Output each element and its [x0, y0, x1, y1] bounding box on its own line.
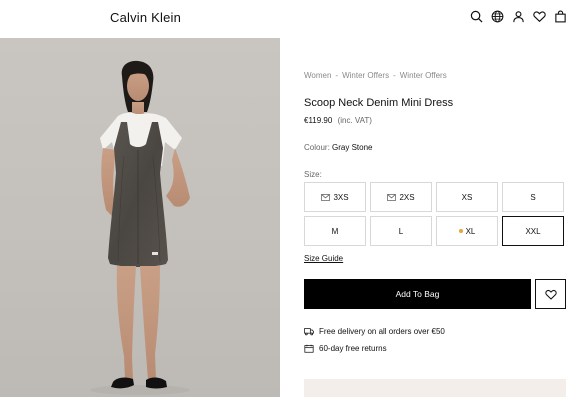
brand-logo[interactable]: Calvin Klein — [110, 10, 181, 25]
breadcrumb-item[interactable]: Women — [304, 71, 331, 80]
envelope-icon — [387, 193, 397, 201]
free-delivery-text: Free delivery on all orders over €50 — [319, 327, 445, 336]
colour-label: Colour: — [304, 143, 330, 152]
size-option-2xs[interactable]: 2XS — [370, 182, 432, 212]
size-option-label: M — [331, 226, 339, 236]
account-icon[interactable] — [512, 10, 525, 23]
size-option-label: S — [530, 192, 536, 202]
breadcrumb-item[interactable]: Winter Offers — [342, 71, 389, 80]
size-option-label: XL — [465, 226, 476, 236]
bag-icon[interactable] — [554, 10, 567, 23]
promo-panel — [304, 379, 566, 397]
delivery-truck-icon — [304, 328, 314, 336]
low-stock-dot-icon — [458, 229, 463, 233]
size-option-3xs[interactable]: 3XS — [304, 182, 366, 212]
add-to-bag-button[interactable]: Add To Bag — [304, 279, 531, 309]
wishlist-button[interactable] — [535, 279, 566, 309]
size-option-label: L — [398, 226, 404, 236]
size-option-xxl[interactable]: XXL — [502, 216, 564, 246]
envelope-icon — [321, 193, 331, 201]
colour-value: Gray Stone — [332, 143, 373, 152]
breadcrumb: Women - Winter Offers - Winter Offers — [304, 71, 447, 80]
vat-note: (inc. VAT) — [337, 116, 372, 125]
size-guide-link[interactable]: Size Guide — [304, 254, 343, 263]
size-selector: 3XS 2XS XS S M L XL XXL — [304, 182, 566, 246]
price-value: €119.90 — [304, 116, 333, 125]
size-option-l[interactable]: L — [370, 216, 432, 246]
breadcrumb-separator: - — [393, 71, 396, 80]
size-option-label: XXL — [525, 226, 541, 236]
heart-icon[interactable] — [533, 10, 546, 23]
product-title: Scoop Neck Denim Mini Dress — [304, 97, 454, 109]
site-header: Calvin Klein — [0, 0, 575, 36]
size-label: Size: — [304, 170, 322, 179]
heart-icon — [544, 289, 557, 300]
size-option-xs[interactable]: XS — [436, 182, 498, 212]
product-image[interactable] — [0, 38, 280, 397]
colour-info: Colour: Gray Stone — [304, 143, 373, 152]
globe-icon[interactable] — [491, 10, 504, 23]
size-option-s[interactable]: S — [502, 182, 564, 212]
size-option-label: XS — [461, 192, 473, 202]
product-details: Women - Winter Offers - Winter Offers Sc… — [304, 38, 566, 397]
size-option-label: 3XS — [333, 192, 349, 202]
free-returns-info: 60-day free returns — [304, 344, 387, 353]
size-option-xl[interactable]: XL — [436, 216, 498, 246]
search-icon[interactable] — [470, 10, 483, 23]
size-option-label: 2XS — [399, 192, 415, 202]
calendar-icon — [304, 344, 314, 353]
header-icons — [470, 10, 567, 23]
product-price: €119.90 (inc. VAT) — [304, 116, 372, 125]
free-returns-text: 60-day free returns — [319, 344, 387, 353]
model-illustration — [90, 60, 190, 395]
free-delivery-info: Free delivery on all orders over €50 — [304, 327, 445, 336]
size-option-m[interactable]: M — [304, 216, 366, 246]
breadcrumb-item[interactable]: Winter Offers — [400, 71, 447, 80]
breadcrumb-separator: - — [335, 71, 339, 80]
